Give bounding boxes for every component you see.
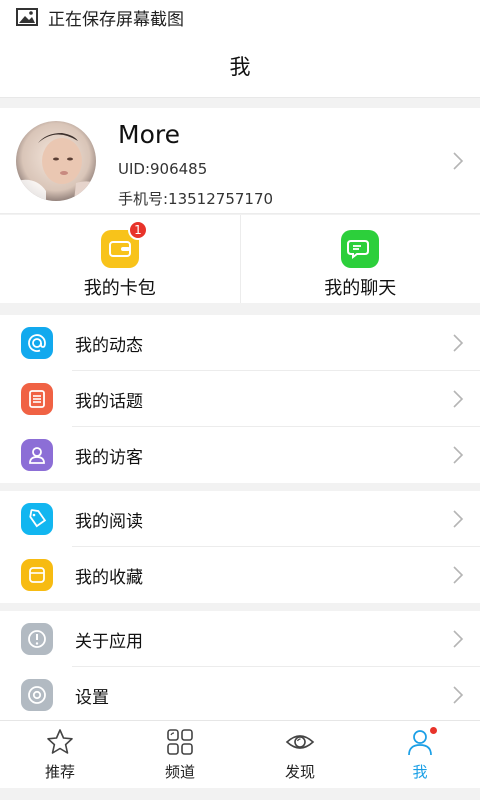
wallet-badge: 1 [128, 220, 148, 240]
menu-item-settings[interactable]: 设置 [0, 667, 480, 723]
menu-item-visitors[interactable]: 我的访客 [0, 427, 480, 483]
bottom-spacer [0, 788, 480, 800]
avatar [16, 121, 96, 201]
chevron-right-icon [453, 390, 464, 408]
eye-icon [285, 735, 315, 749]
menu-group-app: 关于应用 设置 [0, 611, 480, 723]
menu-item-favorites[interactable]: 我的收藏 [0, 547, 480, 603]
menu-group-reading: 我的阅读 我的收藏 [0, 491, 480, 603]
menu-item-label: 我的话题 [75, 391, 143, 412]
menu-item-posts[interactable]: 我的动态 [0, 315, 480, 371]
info-icon [21, 623, 53, 655]
tab-me[interactable]: 我 [360, 721, 480, 788]
star-icon [47, 729, 73, 754]
menu-item-label: 我的访客 [75, 447, 143, 468]
tab-discover[interactable]: 发现 [240, 721, 360, 788]
wallet-button[interactable]: 1 我的卡包 [0, 215, 240, 303]
image-icon [16, 8, 38, 26]
settings-icon [21, 679, 53, 711]
menu-item-reading[interactable]: 我的阅读 [0, 491, 480, 547]
list-icon [21, 383, 53, 415]
profile-phone: 手机号:13512757170 [118, 190, 274, 208]
chevron-right-icon [453, 510, 464, 528]
profile-name: More [118, 120, 180, 149]
tab-channel[interactable]: 频道 [120, 721, 240, 788]
bookmark-icon [21, 559, 53, 591]
menu-item-label: 我的阅读 [75, 511, 143, 532]
quick-actions: 1 我的卡包 我的聊天 [0, 215, 480, 303]
chat-icon [341, 230, 380, 268]
bottom-tab-bar: 推荐 频道 发现 我 [0, 720, 480, 788]
chevron-right-icon [453, 566, 464, 584]
notification-dot [430, 727, 437, 734]
status-bar: 正在保存屏幕截图 [0, 0, 480, 34]
chevron-right-icon [453, 630, 464, 648]
wallet-label: 我的卡包 [83, 278, 156, 299]
tab-label: 频道 [164, 763, 195, 781]
tab-label: 发现 [284, 763, 315, 781]
menu-item-label: 我的动态 [75, 335, 143, 356]
chat-button[interactable]: 我的聊天 [239, 215, 480, 303]
menu-item-label: 设置 [75, 687, 109, 708]
at-icon [21, 327, 53, 359]
profile-card[interactable]: More UID:906485 手机号:13512757170 [0, 108, 480, 214]
chevron-right-icon [453, 686, 464, 704]
menu-item-label: 我的收藏 [75, 567, 143, 588]
menu-item-label: 关于应用 [75, 631, 143, 652]
chevron-right-icon [453, 446, 464, 464]
tab-recommend[interactable]: 推荐 [0, 721, 120, 788]
menu-item-about[interactable]: 关于应用 [0, 611, 480, 667]
title-bar: 我 [0, 34, 480, 98]
tab-label: 推荐 [44, 763, 75, 781]
chevron-right-icon [453, 334, 464, 352]
chat-label: 我的聊天 [324, 278, 397, 299]
tag-icon [21, 503, 53, 535]
person-icon [21, 439, 53, 471]
chevron-right-icon [453, 152, 464, 170]
grid-icon [167, 729, 193, 755]
page-title: 我 [229, 54, 251, 79]
profile-uid: UID:906485 [118, 160, 208, 178]
menu-group-activity: 我的动态 我的话题 我的访客 [0, 315, 480, 483]
status-text: 正在保存屏幕截图 [48, 9, 184, 30]
tab-label: 我 [412, 763, 428, 781]
menu-item-topics[interactable]: 我的话题 [0, 371, 480, 427]
